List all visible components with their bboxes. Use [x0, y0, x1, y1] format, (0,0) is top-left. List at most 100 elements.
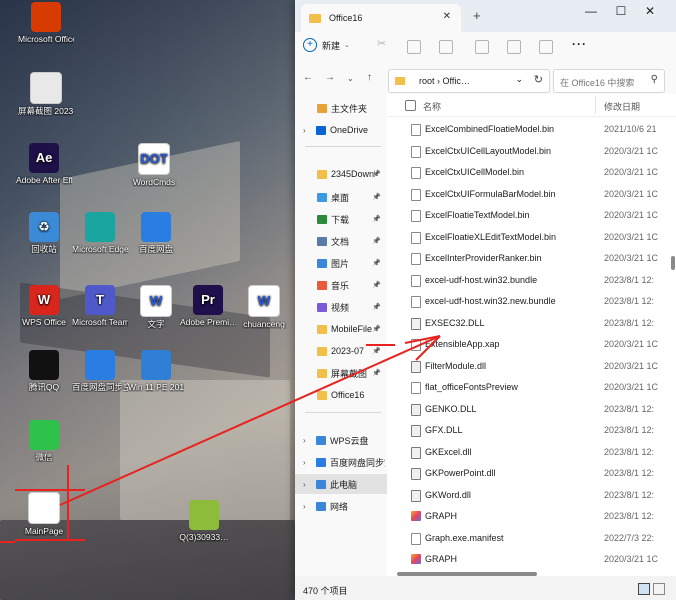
nav-item[interactable]: 桌面 📌	[295, 187, 387, 207]
close-window-button[interactable]: ✕	[637, 4, 663, 18]
column-divider[interactable]	[595, 96, 596, 114]
chevron-down-icon: ⌄	[344, 42, 350, 49]
details-view-icon[interactable]	[638, 583, 650, 595]
nav-item[interactable]: 视频 📌	[295, 297, 387, 317]
file-row[interactable]: EXSEC32.DLL 2023/8/1 12:	[387, 313, 676, 335]
close-tab-icon[interactable]: ✕	[443, 11, 451, 22]
file-row[interactable]: GRAPH 2020/3/21 1C	[387, 549, 676, 571]
recent-chevron-icon[interactable]: ⌄	[347, 74, 354, 83]
tiles-view-icon[interactable]	[653, 583, 665, 595]
maximize-button[interactable]: ☐	[608, 4, 634, 18]
file-row[interactable]: ExcelInterProviderRanker.bin 2020/3/21 1C	[387, 248, 676, 270]
app-icon: ♻	[29, 212, 59, 242]
desktop-shortcut-label: WordCmds	[132, 177, 176, 187]
nav-item[interactable]: 图片 📌	[295, 253, 387, 273]
nav-item[interactable]: › 百度网盘同步空	[295, 452, 387, 472]
chevron-right-icon[interactable]: ›	[303, 458, 306, 467]
up-icon[interactable]: ↑	[367, 72, 372, 83]
file-row[interactable]: ExcelFloatieXLEditTextModel.bin 2020/3/21…	[387, 227, 676, 249]
file-row[interactable]: GRAPH 2023/8/1 12:	[387, 506, 676, 528]
file-row[interactable]: FilterModule.dll 2020/3/21 1C	[387, 356, 676, 378]
rename-icon[interactable]	[475, 40, 489, 54]
nav-item[interactable]: 屏幕截图 📌	[295, 363, 387, 383]
file-row[interactable]: ExcelFloatieTextModel.bin 2020/3/21 1C	[387, 205, 676, 227]
desktop-shortcut[interactable]: MainPage	[16, 492, 72, 536]
file-row[interactable]: excel-udf-host.win32.bundle 2023/8/1 12:	[387, 270, 676, 292]
chevron-right-icon[interactable]: ›	[303, 502, 306, 511]
file-row[interactable]: excel-udf-host.win32.new.bundle 2023/8/1 …	[387, 291, 676, 313]
nav-item[interactable]: 2345Downl 📌	[295, 164, 387, 184]
chevron-down-icon[interactable]: ⌄	[515, 74, 523, 85]
folder-icon	[317, 169, 327, 179]
nav-item[interactable]: 2023-07 📌	[295, 341, 387, 361]
file-row[interactable]: ExcelCtxUIFormulaBarModel.bin 2020/3/21 1…	[387, 184, 676, 206]
file-row[interactable]: GFX.DLL 2023/8/1 12:	[387, 420, 676, 442]
desktop-shortcut[interactable]: 微信	[16, 420, 72, 462]
desktop-shortcut[interactable]: DOT WordCmds	[126, 143, 182, 187]
forward-icon[interactable]: →	[325, 72, 335, 83]
chevron-right-icon[interactable]: ›	[303, 480, 306, 489]
back-icon[interactable]: ←	[303, 72, 313, 83]
cut-icon[interactable]: ✂	[377, 37, 389, 50]
address-bar[interactable]: root › Offic… ⌄ ↻	[388, 69, 550, 93]
new-tab-button[interactable]: +	[473, 8, 481, 23]
app-icon: W	[248, 285, 280, 317]
delete-icon[interactable]	[539, 40, 553, 54]
column-date[interactable]: 修改日期	[604, 100, 640, 113]
share-icon[interactable]	[507, 40, 521, 54]
nav-item[interactable]: › 网络	[295, 496, 387, 516]
file-row[interactable]: Graph.exe.manifest 2022/7/3 22:	[387, 528, 676, 550]
desktop-shortcut[interactable]: 百度网盘	[128, 212, 184, 254]
desktop-shortcut[interactable]: Ae Adobe After Effects 2021	[16, 143, 72, 185]
desktop-shortcut[interactable]: Win 11 PE 2018（win…	[128, 350, 184, 392]
file-row[interactable]: ExcelCombinedFloatieModel.bin 2021/10/6 2…	[387, 119, 676, 141]
file-row[interactable]: flat_officeFontsPreview 2020/3/21 1C	[387, 377, 676, 399]
file-row[interactable]: GENKO.DLL 2023/8/1 12:	[387, 399, 676, 421]
desktop-shortcut[interactable]: Wchuanceng	[236, 285, 292, 329]
nav-item[interactable]: MobileFile 📌	[295, 319, 387, 339]
desktop-shortcut[interactable]: W 文字	[128, 285, 184, 329]
file-row[interactable]: GKExcel.dll 2023/8/1 12:	[387, 442, 676, 464]
file-date: 2023/8/1 12:	[604, 511, 655, 521]
desktop-shortcut[interactable]: ♻ 回收站	[16, 212, 72, 254]
search-input[interactable]: 在 Office16 中搜索 ⚲	[553, 69, 665, 93]
copy-icon[interactable]	[407, 40, 421, 54]
nav-item[interactable]: 下载 📌	[295, 209, 387, 229]
select-all-checkbox[interactable]	[405, 100, 416, 111]
paste-icon[interactable]	[439, 40, 453, 54]
tab-office16[interactable]: Office16 ✕	[301, 4, 461, 32]
column-name[interactable]: 名称	[423, 100, 441, 113]
desktop-shortcut[interactable]: Microsoft Edge	[72, 212, 128, 254]
desktop-shortcut[interactable]: 百度网盘同步空间	[72, 350, 128, 392]
desktop-shortcut[interactable]: Microsoft Office	[18, 2, 74, 44]
more-options-button[interactable]: ···	[572, 37, 587, 51]
desktop-shortcut[interactable]: 腾讯QQ	[16, 350, 72, 392]
refresh-icon[interactable]: ↻	[534, 73, 543, 86]
nav-item[interactable]: 文档 📌	[295, 231, 387, 251]
minimize-button[interactable]: —	[578, 4, 604, 18]
nav-item[interactable]: › WPS云盘	[295, 430, 387, 450]
scroll-thumb[interactable]	[671, 256, 675, 270]
file-row[interactable]: GKPowerPoint.dll 2023/8/1 12:	[387, 463, 676, 485]
file-row[interactable]: ExcelCtxUICellModel.bin 2020/3/21 1C	[387, 162, 676, 184]
nav-separator	[305, 412, 381, 413]
desktop-shortcut[interactable]: Q(3)30933…	[176, 500, 232, 542]
new-button[interactable]: + 新建 ⌄	[303, 38, 350, 52]
file-row[interactable]: ExcelCtxUICellLayoutModel.bin 2020/3/21 1…	[387, 141, 676, 163]
file-row[interactable]: ExtensibleApp.xap 2020/3/21 1C	[387, 334, 676, 356]
desktop-shortcut[interactable]: 屏幕截图 2023-08-…	[18, 72, 74, 116]
desktop-shortcut[interactable]: W WPS Office	[16, 285, 72, 327]
nav-item[interactable]: › OneDrive	[295, 120, 387, 140]
file-row[interactable]: GKWord.dll 2023/8/1 12:	[387, 485, 676, 507]
nav-item[interactable]: 主文件夹	[295, 98, 387, 118]
chevron-right-icon[interactable]: ›	[303, 436, 306, 445]
nav-item[interactable]: 音乐 📌	[295, 275, 387, 295]
dll-file-icon	[411, 489, 421, 502]
desktop-shortcut[interactable]: Pr Adobe Premi…	[180, 285, 236, 327]
desktop-shortcut[interactable]: T Microsoft Teams_wo…	[72, 285, 128, 327]
nav-item[interactable]: › 此电脑	[295, 474, 387, 494]
vertical-scrollbar[interactable]	[670, 116, 676, 571]
nav-item[interactable]: Office16	[295, 385, 387, 405]
desktop-shortcut-label: 屏幕截图 2023-08-…	[18, 106, 74, 116]
chevron-right-icon[interactable]: ›	[303, 126, 306, 135]
